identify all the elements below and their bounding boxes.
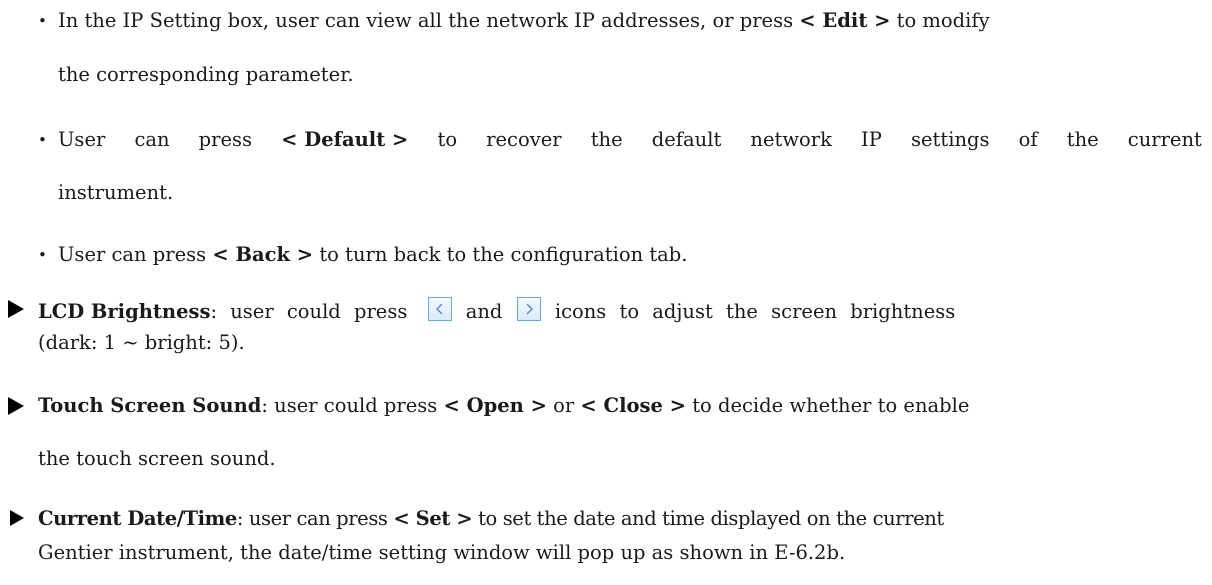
chevron-right-icon xyxy=(516,297,541,321)
lcd-text: icons to adjust the screen brightness xyxy=(554,300,956,323)
lcd-text: and xyxy=(465,300,503,323)
datetime-text: Gentier instrument, the date/time settin… xyxy=(38,541,846,564)
word: the xyxy=(590,128,623,151)
bullet-text: In the IP Setting box, user can view all… xyxy=(58,9,794,32)
word: current xyxy=(1127,128,1202,151)
datetime-line: Current Date/Time: user can press < Set … xyxy=(38,507,944,531)
sound-text: to decide whether to enable xyxy=(692,394,970,417)
bullet-text: to turn back to the configuration tab. xyxy=(319,243,688,266)
sound-text: or xyxy=(553,394,575,417)
set-keyword: < Set > xyxy=(393,507,473,530)
arrow-bullet-icon xyxy=(8,397,24,415)
manual-page: • In the IP Setting box, user can view a… xyxy=(0,0,1212,585)
bullet-dot: • xyxy=(38,131,47,149)
bullet-text: the corresponding parameter. xyxy=(58,63,354,86)
arrow-bullet-icon xyxy=(8,300,24,318)
default-keyword: < Default > xyxy=(281,128,409,151)
datetime-text: : user can press xyxy=(236,507,388,530)
sound-text: the touch screen sound. xyxy=(38,447,276,470)
word: press xyxy=(198,128,253,151)
arrow-bullet-icon xyxy=(10,510,24,526)
lcd-line: LCD Brightness: user could press and ico… xyxy=(38,297,1202,324)
bullet-dot: • xyxy=(38,246,47,264)
bullet-line: In the IP Setting box, user can view all… xyxy=(58,9,1198,33)
word: network xyxy=(750,128,832,151)
close-keyword: < Close > xyxy=(580,394,686,417)
word: User xyxy=(58,128,106,151)
word: settings xyxy=(911,128,990,151)
word: of xyxy=(1018,128,1038,151)
chevron-left-icon xyxy=(427,297,452,321)
sound-line: Touch Screen Sound: user could press < O… xyxy=(38,394,969,418)
bullet-dot: • xyxy=(38,12,47,30)
word: to xyxy=(437,128,458,151)
word: IP xyxy=(861,128,882,151)
sound-text: : user could press xyxy=(261,394,438,417)
word: can xyxy=(134,128,170,151)
bullet-line: User can press < Back > to turn back to … xyxy=(58,243,687,267)
bullet-text: User can press xyxy=(58,243,207,266)
word: the xyxy=(1066,128,1099,151)
bullet-text: to modify xyxy=(896,9,990,32)
datetime-title: Current Date/Time xyxy=(38,507,237,530)
back-keyword: < Back > xyxy=(212,243,314,266)
word: recover xyxy=(486,128,562,151)
open-keyword: < Open > xyxy=(443,394,547,417)
word: default xyxy=(651,128,722,151)
lcd-text: : user could press xyxy=(210,300,408,323)
lcd-title: LCD Brightness xyxy=(38,300,211,323)
bullet-line: User can press < Default > to recover th… xyxy=(58,128,1202,152)
sound-title: Touch Screen Sound xyxy=(38,394,262,417)
lcd-text: (dark: 1 ~ bright: 5). xyxy=(38,331,245,354)
edit-keyword: < Edit > xyxy=(799,9,891,32)
datetime-text: to set the date and time displayed on th… xyxy=(478,507,944,530)
bullet-text: instrument. xyxy=(58,181,174,204)
